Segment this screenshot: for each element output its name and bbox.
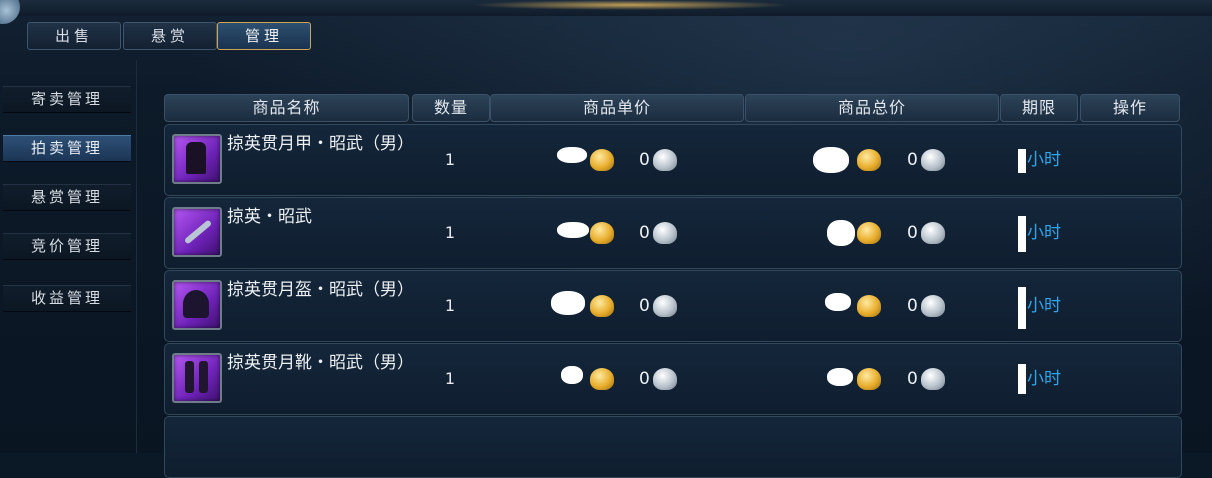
gold-ingot-icon	[857, 149, 881, 171]
sidebar-item-earnings[interactable]: 收益管理	[3, 285, 131, 312]
sidebar-item-consignment[interactable]: 寄卖管理	[3, 86, 131, 113]
silver-ingot-icon	[921, 368, 945, 390]
silver-ingot-icon	[921, 295, 945, 317]
boots-icon[interactable]	[172, 353, 222, 403]
unit-silver-value: 0	[639, 150, 650, 170]
gold-ingot-icon	[857, 222, 881, 244]
item-name: 掠英贯月靴・昭武（男）	[227, 353, 414, 373]
gold-ingot-icon	[590, 295, 614, 317]
total-silver-value: 0	[907, 296, 918, 316]
redacted-gold-value	[813, 147, 849, 173]
tab-sell[interactable]: 出售	[27, 22, 121, 50]
unit-silver-value: 0	[639, 369, 650, 389]
item-quantity: 1	[444, 296, 456, 315]
item-quantity: 1	[444, 223, 456, 242]
helmet-icon[interactable]	[172, 280, 222, 330]
total-silver-value: 0	[907, 369, 918, 389]
total-silver-value: 0	[907, 150, 918, 170]
redacted-gold-value	[557, 147, 587, 163]
armor-icon[interactable]	[172, 134, 222, 184]
gold-ingot-icon	[857, 368, 881, 390]
title-glow	[470, 0, 790, 10]
sidebar: 寄卖管理 拍卖管理 悬赏管理 竞价管理 收益管理	[0, 60, 137, 453]
redacted-hours-value	[1018, 149, 1026, 173]
blade-icon[interactable]	[172, 207, 222, 257]
tab-bounty[interactable]: 悬赏	[123, 22, 217, 50]
redacted-hours-value	[1018, 287, 1026, 329]
item-quantity: 1	[444, 369, 456, 388]
silver-ingot-icon	[653, 222, 677, 244]
time-remaining: 小时	[1027, 150, 1061, 170]
tab-manage[interactable]: 管理	[217, 22, 311, 50]
header-item-name: 商品名称	[164, 94, 409, 122]
header-duration: 期限	[1000, 94, 1078, 122]
item-name: 掠英贯月盔・昭武（男）	[227, 280, 414, 300]
table-row[interactable]: 掠英贯月甲・昭武（男） 1 0 0 小时	[164, 124, 1182, 196]
table-row[interactable]: 掠英・昭武 1 0 0 小时	[164, 197, 1182, 269]
redacted-hours-value	[1018, 364, 1026, 394]
redacted-gold-value	[557, 222, 589, 238]
item-name: 掠英贯月甲・昭武（男）	[227, 134, 414, 154]
gold-ingot-icon	[590, 222, 614, 244]
listing-table: 商品名称 数量 商品单价 商品总价 期限 操作 掠英贯月甲・昭武（男） 1 0 …	[164, 94, 1184, 478]
sidebar-item-auction[interactable]: 拍卖管理	[3, 135, 131, 162]
redacted-gold-value	[827, 220, 855, 246]
table-row-empty	[164, 416, 1182, 478]
unit-silver-value: 0	[639, 223, 650, 243]
time-remaining: 小时	[1027, 223, 1061, 243]
header-quantity: 数量	[412, 94, 490, 122]
unit-silver-value: 0	[639, 296, 650, 316]
gold-ingot-icon	[857, 295, 881, 317]
table-row[interactable]: 掠英贯月盔・昭武（男） 1 0 0 小时	[164, 270, 1182, 342]
redacted-gold-value	[551, 291, 585, 315]
redacted-hours-value	[1018, 216, 1026, 252]
silver-ingot-icon	[921, 222, 945, 244]
redacted-gold-value	[827, 368, 853, 386]
total-silver-value: 0	[907, 223, 918, 243]
sidebar-item-bounty[interactable]: 悬赏管理	[3, 184, 131, 211]
header-actions: 操作	[1080, 94, 1180, 122]
item-name: 掠英・昭武	[227, 207, 312, 227]
redacted-gold-value	[825, 293, 851, 311]
silver-ingot-icon	[653, 149, 677, 171]
silver-ingot-icon	[921, 149, 945, 171]
gold-ingot-icon	[590, 368, 614, 390]
table-row[interactable]: 掠英贯月靴・昭武（男） 1 0 0 小时	[164, 343, 1182, 415]
header-total-price: 商品总价	[745, 94, 999, 122]
time-remaining: 小时	[1027, 296, 1061, 316]
silver-ingot-icon	[653, 368, 677, 390]
silver-ingot-icon	[653, 295, 677, 317]
time-remaining: 小时	[1027, 369, 1061, 389]
redacted-gold-value	[561, 366, 583, 384]
sidebar-item-bidding[interactable]: 竞价管理	[3, 233, 131, 260]
item-quantity: 1	[444, 150, 456, 169]
header-unit-price: 商品单价	[490, 94, 744, 122]
gold-ingot-icon	[590, 149, 614, 171]
